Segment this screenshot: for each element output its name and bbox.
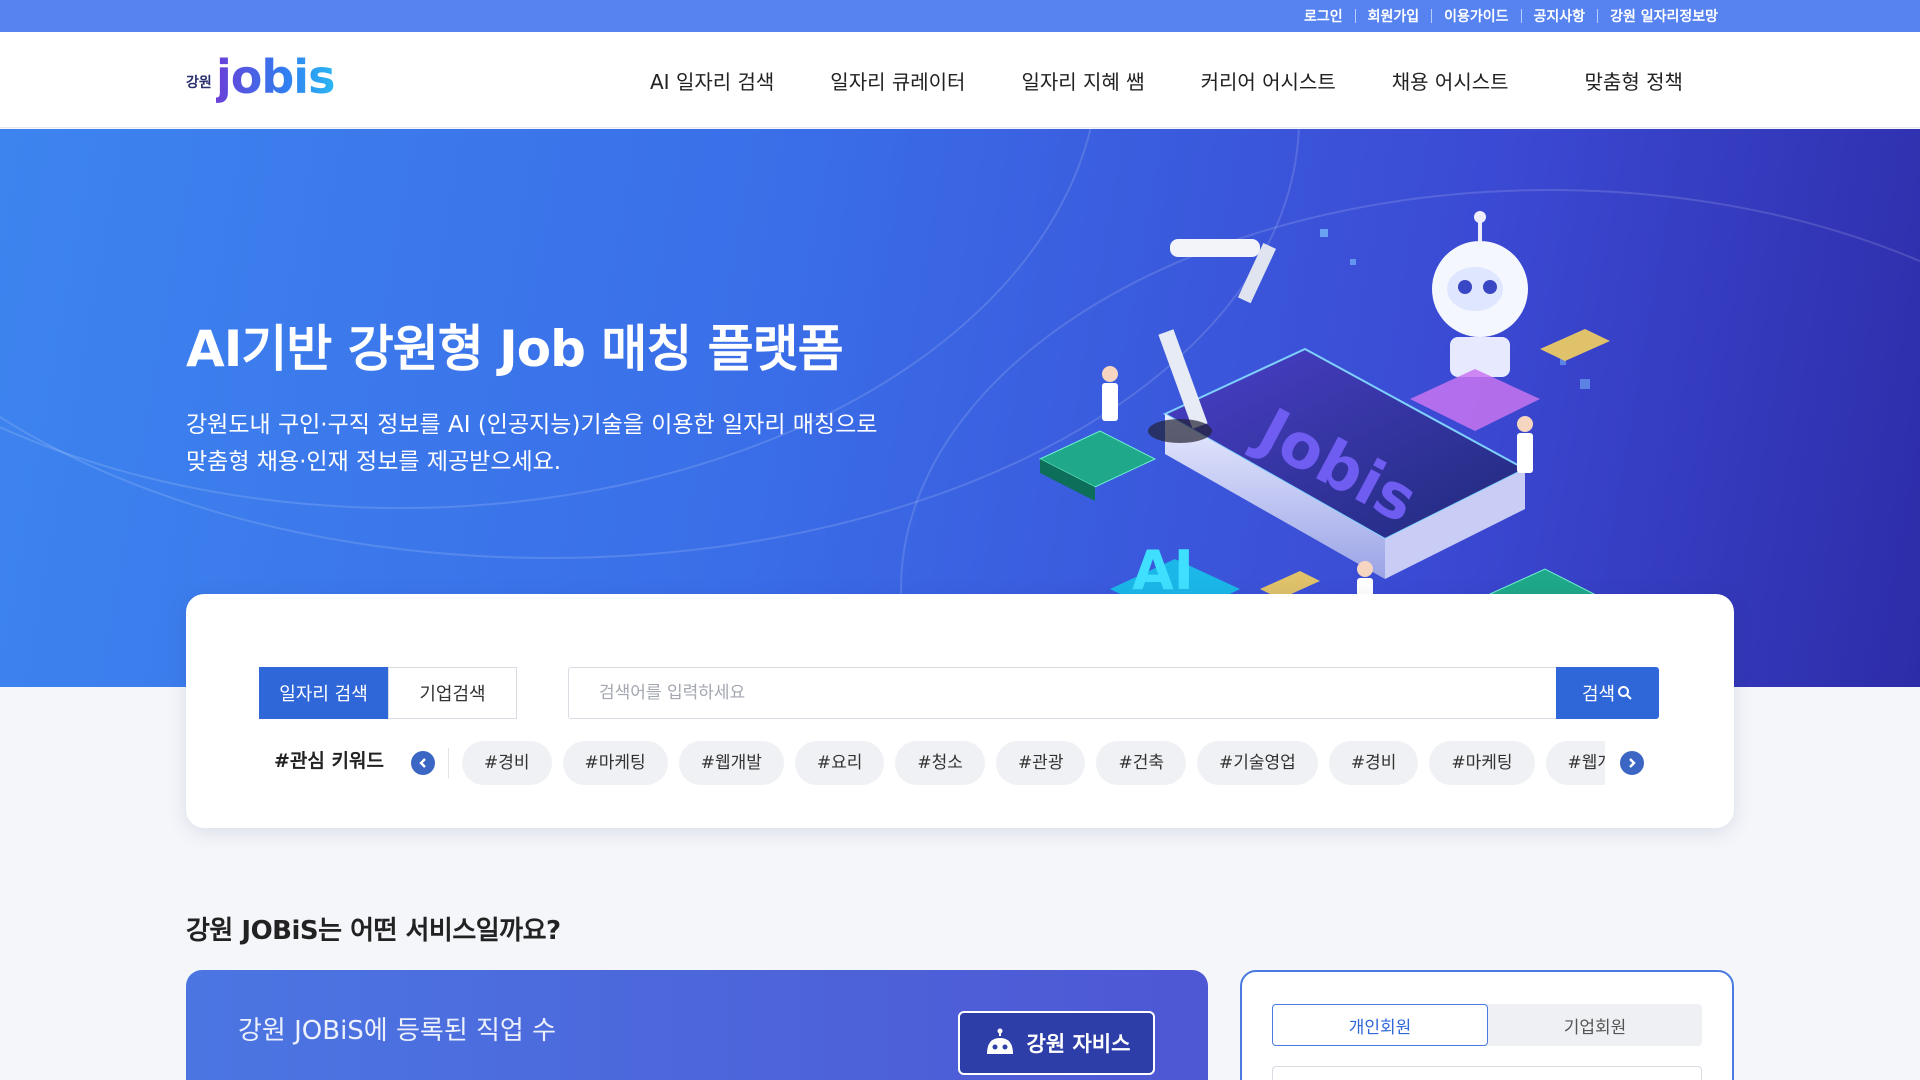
ai-block-text: AI — [1132, 539, 1194, 602]
tab-personal-member[interactable]: 개인회원 — [1272, 1004, 1488, 1046]
site-logo[interactable]: 강원 jobis — [186, 48, 336, 112]
keyword-chip[interactable]: #웹개발 — [1545, 741, 1605, 785]
search-button[interactable]: 검색 — [1556, 667, 1659, 719]
gangwon-jarvis-button[interactable]: 강원 자비스 — [958, 1011, 1155, 1075]
keyword-chip[interactable]: #마케팅 — [1429, 741, 1535, 785]
login-card: 개인회원 기업회원 — [1240, 970, 1734, 1080]
keyword-list: #경비#마케팅#웹개발#요리#청소#관광#건축#기술영업#경비#마케팅#웹개발 — [462, 741, 1605, 785]
member-type-tabs: 개인회원 기업회원 — [1272, 1004, 1702, 1046]
hero-title: AI기반 강원형 Job 매칭 플랫폼 — [186, 320, 844, 378]
main-navigation: AI 일자리 검색 일자리 큐레이터 일자리 지혜 쌤 커리어 어시스트 채용 … — [650, 32, 1683, 128]
keyword-chip[interactable]: #관광 — [995, 741, 1086, 785]
keyword-next-button[interactable] — [1620, 751, 1644, 775]
utility-links: 로그인 회원가입 이용가이드 공지사항 강원 일자리정보망 — [1292, 0, 1730, 32]
keyword-chip[interactable]: #기술영업 — [1197, 741, 1318, 785]
tab-job-search[interactable]: 일자리 검색 — [259, 667, 388, 719]
login-link[interactable]: 로그인 — [1292, 6, 1355, 26]
section-title: 강원 JOBiS는 어떤 서비스일까요? — [186, 916, 561, 946]
divider — [448, 748, 449, 778]
notice-link[interactable]: 공지사항 — [1522, 6, 1598, 26]
search-type-tabs: 일자리 검색 기업검색 — [259, 667, 517, 719]
keyword-chip[interactable]: #건축 — [1096, 741, 1186, 785]
nav-ai-job-search[interactable]: AI 일자리 검색 — [650, 66, 774, 95]
search-card: 일자리 검색 기업검색 검색 #관심 키워드 #경비#마케팅#웹개발#요리#청소… — [186, 594, 1734, 828]
tab-company-search[interactable]: 기업검색 — [388, 667, 517, 719]
job-count-label: 강원 JOBiS에 등록된 직업 수 — [238, 1016, 557, 1046]
nav-career-assist[interactable]: 커리어 어시스트 — [1201, 66, 1336, 95]
robot-icon — [986, 1028, 1013, 1054]
nav-recruit-assist[interactable]: 채용 어시스트 — [1392, 66, 1509, 95]
nav-job-curator[interactable]: 일자리 큐레이터 — [830, 66, 965, 95]
guide-link[interactable]: 이용가이드 — [1432, 6, 1520, 26]
keyword-chip[interactable]: #경비 — [462, 741, 552, 785]
keyword-chip[interactable]: #청소 — [895, 741, 985, 785]
keyword-prev-button[interactable] — [411, 751, 435, 775]
nav-job-wisdom[interactable]: 일자리 지혜 쌤 — [1021, 66, 1144, 95]
jarvis-button-label: 강원 자비스 — [1026, 1032, 1131, 1056]
signup-link[interactable]: 회원가입 — [1356, 6, 1432, 26]
keyword-chip[interactable]: #요리 — [794, 741, 885, 785]
job-count-card: 강원 JOBiS에 등록된 직업 수 강원 자비스 — [186, 970, 1208, 1080]
interest-keyword-title: #관심 키워드 — [274, 750, 384, 772]
keyword-chip[interactable]: #마케팅 — [562, 741, 668, 785]
chevron-left-icon — [419, 758, 426, 768]
search-input[interactable] — [568, 667, 1556, 719]
login-id-field[interactable] — [1272, 1066, 1702, 1080]
top-utility-bar: 로그인 회원가입 이용가이드 공지사항 강원 일자리정보망 — [0, 0, 1920, 32]
logo-wordmark: jobis — [216, 50, 335, 104]
tab-company-member[interactable]: 기업회원 — [1488, 1004, 1702, 1046]
nav-custom-policy[interactable]: 맞춤형 정책 — [1585, 66, 1683, 95]
hero-description-line: 강원도내 구인·구직 정보를 AI (인공지능)기술을 이용한 일자리 매칭으로 — [186, 412, 878, 438]
hero-description-line: 맞춤형 채용·인재 정보를 제공받으세요. — [186, 449, 562, 475]
gangwon-jobinfo-link[interactable]: 강원 일자리정보망 — [1598, 6, 1730, 26]
chevron-right-icon — [1629, 758, 1636, 768]
hero-description: 강원도내 구인·구직 정보를 AI (인공지능)기술을 이용한 일자리 매칭으로… — [186, 407, 877, 481]
logo-region-text: 강원 — [186, 75, 212, 91]
site-header: 강원 jobis AI 일자리 검색 일자리 큐레이터 일자리 지혜 쌤 커리어… — [0, 32, 1920, 128]
keyword-chip[interactable]: #경비 — [1328, 741, 1419, 785]
search-button-label: 검색 — [1581, 684, 1616, 705]
keyword-chip[interactable]: #웹개발 — [678, 741, 784, 785]
search-icon — [1618, 686, 1632, 700]
